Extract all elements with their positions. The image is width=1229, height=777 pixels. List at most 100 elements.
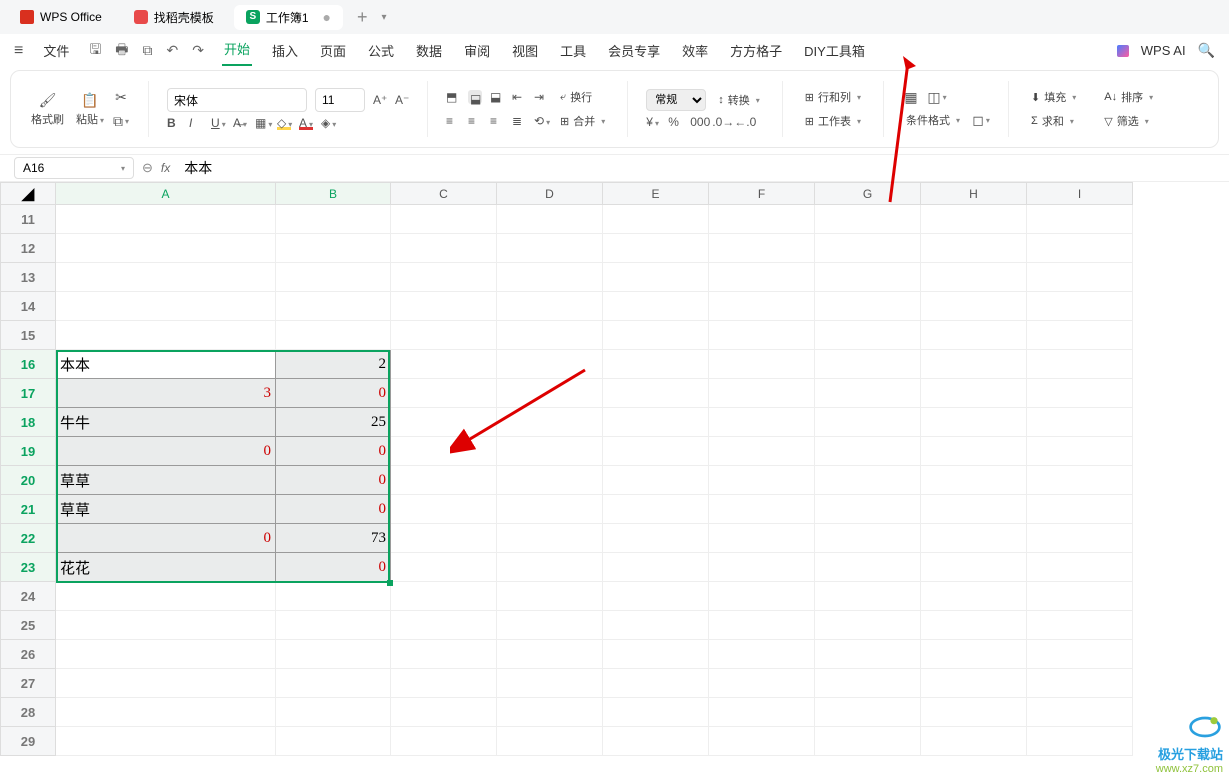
col-header-F[interactable]: F	[709, 183, 815, 205]
menu-insert[interactable]: 插入	[270, 37, 300, 64]
row-header-18[interactable]: 18	[1, 408, 56, 437]
cell-E14[interactable]	[603, 292, 709, 321]
cell-G14[interactable]	[815, 292, 921, 321]
row-header-19[interactable]: 19	[1, 437, 56, 466]
cell-E29[interactable]	[603, 727, 709, 756]
percent-icon[interactable]: %	[668, 115, 682, 129]
cell-D20[interactable]	[497, 466, 603, 495]
cell-F13[interactable]	[709, 263, 815, 292]
table-style-icon[interactable]: ▦	[902, 88, 920, 106]
row-header-25[interactable]: 25	[1, 611, 56, 640]
cell-G26[interactable]	[815, 640, 921, 669]
menu-start[interactable]: 开始	[222, 35, 252, 66]
merge-button[interactable]: ⊞ 合并▾	[556, 111, 609, 131]
worksheet-button[interactable]: ⊞ 工作表▾	[801, 111, 865, 131]
thousands-icon[interactable]: 000	[690, 115, 704, 129]
cell-A18[interactable]: 牛牛	[56, 408, 276, 437]
cell-E20[interactable]	[603, 466, 709, 495]
cell-E22[interactable]	[603, 524, 709, 553]
cell-I15[interactable]	[1027, 321, 1133, 350]
cell-A28[interactable]	[56, 698, 276, 727]
row-header-17[interactable]: 17	[1, 379, 56, 408]
cell-B27[interactable]	[276, 669, 391, 698]
cell-B19[interactable]: 0	[276, 437, 391, 466]
align-bottom-icon[interactable]: ⬓	[490, 90, 504, 104]
cell-I12[interactable]	[1027, 234, 1133, 263]
cell-G18[interactable]	[815, 408, 921, 437]
cell-B24[interactable]	[276, 582, 391, 611]
cell-G16[interactable]	[815, 350, 921, 379]
cell-G23[interactable]	[815, 553, 921, 582]
convert-button[interactable]: ↕ 转换▾	[714, 90, 764, 110]
cell-H19[interactable]	[921, 437, 1027, 466]
cell-G29[interactable]	[815, 727, 921, 756]
cell-D15[interactable]	[497, 321, 603, 350]
cell-C13[interactable]	[391, 263, 497, 292]
cell-E11[interactable]	[603, 205, 709, 234]
cell-C16[interactable]	[391, 350, 497, 379]
cut-icon[interactable]: ✂	[112, 88, 130, 106]
row-header-21[interactable]: 21	[1, 495, 56, 524]
row-header-24[interactable]: 24	[1, 582, 56, 611]
cell-B20[interactable]: 0	[276, 466, 391, 495]
cell-D22[interactable]	[497, 524, 603, 553]
cell-C25[interactable]	[391, 611, 497, 640]
cell-G24[interactable]	[815, 582, 921, 611]
cell-A12[interactable]	[56, 234, 276, 263]
col-header-D[interactable]: D	[497, 183, 603, 205]
bold-icon[interactable]: B	[167, 116, 181, 130]
decimal-dec-icon[interactable]: ←.0	[734, 115, 748, 129]
cell-A13[interactable]	[56, 263, 276, 292]
cell-H15[interactable]	[921, 321, 1027, 350]
row-header-14[interactable]: 14	[1, 292, 56, 321]
cell-D27[interactable]	[497, 669, 603, 698]
menu-tools[interactable]: 工具	[558, 37, 588, 64]
cell-E21[interactable]	[603, 495, 709, 524]
col-header-C[interactable]: C	[391, 183, 497, 205]
cell-D23[interactable]	[497, 553, 603, 582]
increase-font-icon[interactable]: A⁺	[373, 93, 387, 107]
tab-workbook[interactable]: S 工作簿1 ●	[234, 5, 343, 30]
cell-I27[interactable]	[1027, 669, 1133, 698]
justify-icon[interactable]: ≣	[512, 114, 526, 128]
cell-G12[interactable]	[815, 234, 921, 263]
cell-E19[interactable]	[603, 437, 709, 466]
cell-I26[interactable]	[1027, 640, 1133, 669]
row-header-23[interactable]: 23	[1, 553, 56, 582]
cell-G13[interactable]	[815, 263, 921, 292]
fill-handle[interactable]	[387, 580, 393, 586]
cell-A15[interactable]	[56, 321, 276, 350]
row-header-22[interactable]: 22	[1, 524, 56, 553]
filter-button[interactable]: ▽ 筛选▾	[1100, 111, 1157, 131]
cell-C15[interactable]	[391, 321, 497, 350]
cell-G17[interactable]	[815, 379, 921, 408]
cell-G25[interactable]	[815, 611, 921, 640]
cell-E17[interactable]	[603, 379, 709, 408]
cell-D13[interactable]	[497, 263, 603, 292]
row-header-20[interactable]: 20	[1, 466, 56, 495]
menu-data[interactable]: 数据	[414, 37, 444, 64]
cell-H16[interactable]	[921, 350, 1027, 379]
cell-E28[interactable]	[603, 698, 709, 727]
cell-D25[interactable]	[497, 611, 603, 640]
cell-C26[interactable]	[391, 640, 497, 669]
cell-D26[interactable]	[497, 640, 603, 669]
cell-H26[interactable]	[921, 640, 1027, 669]
cell-A14[interactable]	[56, 292, 276, 321]
cell-A23[interactable]: 花花	[56, 553, 276, 582]
wrap-button[interactable]: ⤶ 换行	[556, 87, 596, 107]
cell-C21[interactable]	[391, 495, 497, 524]
tab-add-button[interactable]: +	[351, 7, 374, 28]
menu-view[interactable]: 视图	[510, 37, 540, 64]
cell-G28[interactable]	[815, 698, 921, 727]
cell-B18[interactable]: 25	[276, 408, 391, 437]
menu-efficiency[interactable]: 效率	[680, 37, 710, 64]
number-format-select[interactable]: 常规	[646, 89, 706, 111]
cell-C17[interactable]	[391, 379, 497, 408]
cell-F27[interactable]	[709, 669, 815, 698]
menu-ai[interactable]: WPS AI	[1139, 39, 1188, 62]
row-header-16[interactable]: 16	[1, 350, 56, 379]
cell-H11[interactable]	[921, 205, 1027, 234]
row-header-26[interactable]: 26	[1, 640, 56, 669]
fill-color-icon[interactable]: ◇▾	[277, 116, 291, 130]
